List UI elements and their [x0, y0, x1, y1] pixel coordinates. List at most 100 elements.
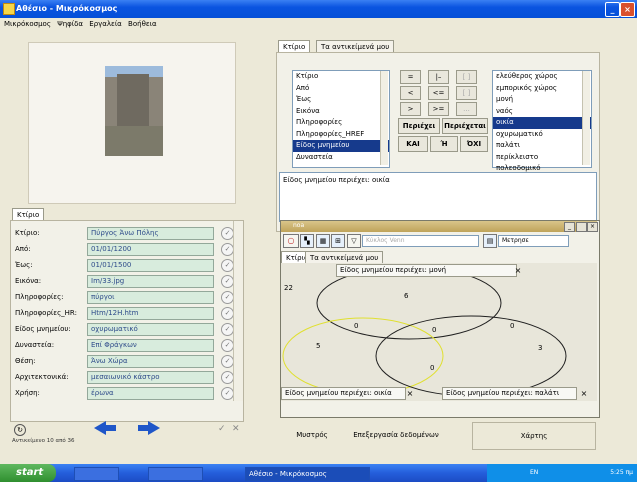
- list-item[interactable]: μονή: [493, 94, 591, 106]
- op-equal-button[interactable]: =: [400, 70, 421, 84]
- list-item[interactable]: Δυναστεία: [293, 152, 389, 164]
- field-value-eidos[interactable]: οχυρωματικό: [87, 323, 214, 336]
- data-edit-button[interactable]: Επεξεργασία δεδομένων: [340, 424, 452, 446]
- menu-voitheia[interactable]: Βοήθεια: [128, 18, 157, 30]
- map-button[interactable]: Χάρτης: [472, 422, 596, 450]
- field-label: Αρχιτεκτονικά:: [15, 373, 69, 381]
- venn-circle-icon[interactable]: ○: [283, 234, 299, 248]
- field-value-plirofories-hr[interactable]: Htm/12H.htm: [87, 307, 214, 320]
- list-item[interactable]: Από: [293, 83, 389, 95]
- venn-new-icon[interactable]: ⊞: [331, 234, 345, 248]
- next-record-shaft[interactable]: [138, 425, 148, 431]
- list-item[interactable]: Πληροφορίες: [293, 117, 389, 129]
- contains-button[interactable]: Περιέχει: [398, 118, 440, 134]
- field-value-ktirio[interactable]: Πύργος Άνω Πόλης: [87, 227, 214, 240]
- menu-ergaleia[interactable]: Εργαλεία: [89, 18, 122, 30]
- next-record-icon[interactable]: [148, 421, 160, 435]
- close-button[interactable]: ×: [620, 2, 635, 17]
- set-label-left[interactable]: Είδος μνημείου περιέχει: οικία: [281, 387, 406, 400]
- field-value-eos[interactable]: 01/01/1500: [87, 259, 214, 272]
- close-small-icon[interactable]: ✕: [232, 424, 241, 434]
- previous-record-shaft[interactable]: [106, 425, 116, 431]
- op-greater-equal-button[interactable]: >=: [428, 102, 449, 116]
- or-button[interactable]: Ή: [430, 136, 458, 152]
- venn-combo[interactable]: Κύκλος Venn: [362, 235, 479, 247]
- remove-set-right-icon[interactable]: ×: [580, 389, 588, 398]
- set-label-top[interactable]: Είδος μνημείου περιέχει: μονή: [336, 264, 517, 277]
- list-item[interactable]: Πληροφορίες_HREF: [293, 129, 389, 141]
- set-label-right[interactable]: Είδος μνημείου περιέχει: παλάτι: [442, 387, 577, 400]
- refresh-icon[interactable]: ↻: [14, 424, 26, 436]
- venn-metric-combo[interactable]: Μετρησε: [498, 235, 569, 247]
- list-item[interactable]: Εικόνα: [293, 106, 389, 118]
- list-item-selected[interactable]: οικία: [493, 117, 591, 129]
- window-title: Αθέσιο - Μικρόκοσμος: [16, 4, 118, 13]
- values-list[interactable]: ελεύθερος χώρος εμπορικός χώρος μονή ναό…: [492, 70, 592, 172]
- venn-maximize-button[interactable]: [576, 222, 587, 232]
- check-mark-icon[interactable]: ✓: [218, 424, 228, 434]
- field-value-eikona[interactable]: Im/33.jpg: [87, 275, 214, 288]
- venn-title: noa: [293, 222, 305, 229]
- op-dots-button[interactable]: ...: [456, 102, 477, 116]
- venn-close-button[interactable]: ×: [587, 222, 598, 232]
- remove-set-top-icon[interactable]: ×: [514, 266, 522, 275]
- count-top-only: 6: [404, 292, 409, 300]
- mystros-button[interactable]: Μυστρός: [294, 424, 330, 446]
- venn-measure-icon[interactable]: ▤: [483, 234, 497, 248]
- venn-select-icon[interactable]: ▚: [300, 234, 314, 248]
- count-right-only: 3: [538, 344, 543, 352]
- quicklaunch-icons[interactable]: [74, 467, 119, 481]
- form-scrollbar[interactable]: [233, 221, 243, 401]
- not-button[interactable]: ΌΧΙ: [460, 136, 488, 152]
- list-item[interactable]: εμπορικός χώρος: [493, 83, 591, 95]
- field-value-apo[interactable]: 01/01/1200: [87, 243, 214, 256]
- field-label: Εικόνα:: [15, 277, 42, 285]
- op-less-equal-button[interactable]: <=: [428, 86, 449, 100]
- contained-button[interactable]: Περιέχεται: [442, 118, 488, 134]
- ground-shape: [105, 126, 163, 156]
- count-right-top: 0: [510, 322, 515, 330]
- menu-mikrokosmos[interactable]: Μικρόκοσμος: [4, 18, 51, 30]
- count-center: 0: [432, 326, 437, 334]
- values-scrollbar[interactable]: [582, 71, 590, 165]
- op-range-button[interactable]: [ ]: [456, 70, 477, 84]
- start-button[interactable]: start: [0, 464, 56, 482]
- field-label: Χρήση:: [15, 389, 40, 397]
- list-item[interactable]: οχυρωματικό: [493, 129, 591, 141]
- field-label: Δυναστεία:: [15, 341, 55, 349]
- field-value-plirofories[interactable]: πύργοι: [87, 291, 214, 304]
- list-item[interactable]: περίκλειστο: [493, 152, 591, 164]
- language-indicator[interactable]: EN: [530, 469, 538, 476]
- list-item[interactable]: Κτίριο: [293, 71, 389, 83]
- list-item[interactable]: ελεύθερος χώρος: [493, 71, 591, 83]
- fields-list[interactable]: Κτίριο Από Έως Εικόνα Πληροφορίες Πληροφ…: [292, 70, 390, 168]
- taskbar-item-folder[interactable]: [148, 467, 203, 481]
- set-palace-ellipse: [375, 315, 567, 397]
- record-form: Κτίριο: Πύργος Άνω Πόλης ✓ Από: 01/01/1200 ✓…: [10, 220, 244, 422]
- op-not-equal-button[interactable]: |–: [428, 70, 449, 84]
- taskbar-item-app[interactable]: Αθέσιο - Μικρόκοσμος: [245, 467, 370, 481]
- minimize-button[interactable]: _: [605, 2, 620, 17]
- field-value-xrisi[interactable]: έρωνα: [87, 387, 214, 400]
- app-icon: [3, 3, 15, 15]
- and-button[interactable]: ΚΑΙ: [398, 136, 428, 152]
- op-less-button[interactable]: <: [400, 86, 421, 100]
- op-greater-button[interactable]: >: [400, 102, 421, 116]
- field-value-dynasteia[interactable]: Επί Φράγκων: [87, 339, 214, 352]
- op-range2-button[interactable]: [ ]: [456, 86, 477, 100]
- list-item[interactable]: ναός: [493, 106, 591, 118]
- field-label: Από:: [15, 245, 31, 253]
- fields-scrollbar[interactable]: [380, 71, 388, 165]
- list-item[interactable]: παλάτι: [493, 140, 591, 152]
- venn-filter-icon[interactable]: ▽: [347, 234, 361, 248]
- venn-minimize-button[interactable]: _: [564, 222, 575, 232]
- previous-record-icon[interactable]: [94, 421, 106, 435]
- field-value-architektonika[interactable]: μεσαιωνικό κάστρο: [87, 371, 214, 384]
- list-item-selected[interactable]: Είδος μνημείου: [293, 140, 389, 152]
- query-textbox[interactable]: Είδος μνημείου περιέχει: οικία: [279, 172, 597, 222]
- menu-psifida[interactable]: Ψηφίδα: [57, 18, 83, 30]
- remove-set-left-icon[interactable]: ×: [406, 389, 414, 398]
- list-item[interactable]: Έως: [293, 94, 389, 106]
- venn-tool-icon[interactable]: ▦: [316, 234, 330, 248]
- field-value-thesi[interactable]: Άνω Χώρα: [87, 355, 214, 368]
